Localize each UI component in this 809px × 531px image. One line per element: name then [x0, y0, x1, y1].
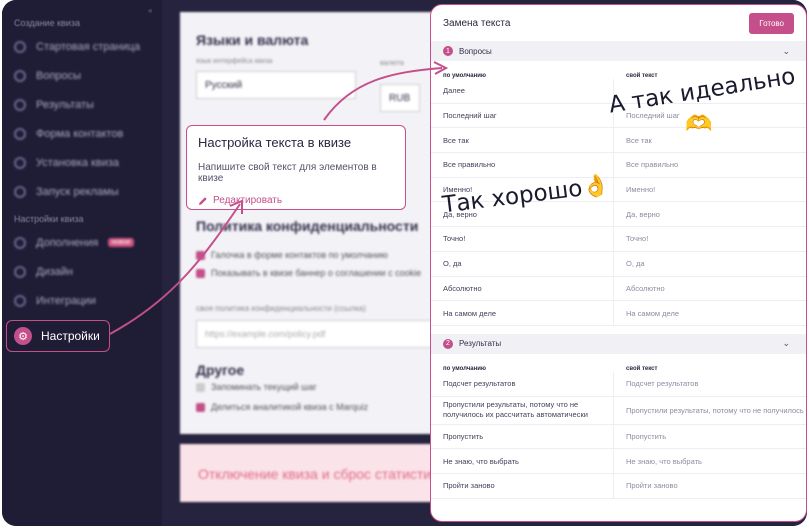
annotation-arrows: [109, 61, 449, 335]
arrowhead-icon: [229, 199, 243, 214]
app-window: « Создание квиза Стартовая страница Вопр…: [2, 0, 807, 526]
arrow-to-callout: [109, 203, 241, 335]
arrow-to-panel: [323, 67, 443, 121]
